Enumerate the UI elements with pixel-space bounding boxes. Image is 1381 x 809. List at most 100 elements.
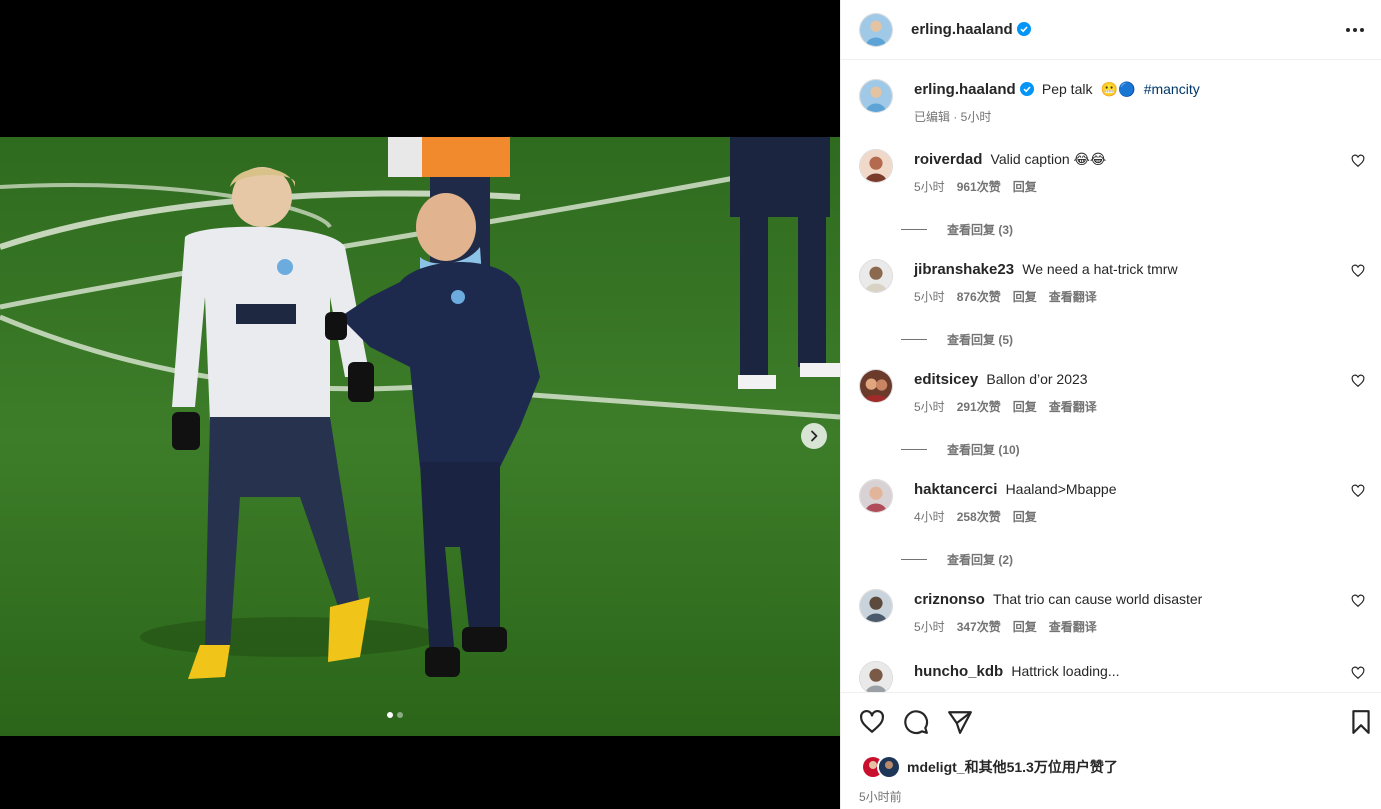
comment-likes[interactable]: 291次赞 <box>957 398 1001 415</box>
heart-icon[interactable] <box>1351 374 1365 388</box>
comment-item: roiverdad Valid caption 😂😂 5小时 961次赞 回复 … <box>859 149 1365 249</box>
comment-username[interactable]: jibranshake23 <box>914 261 1014 278</box>
comment-username[interactable]: huncho_kdb <box>914 663 1003 680</box>
comments-scroll[interactable]: erling.haaland Pep talk 😬🔵 #mancity 已编辑 … <box>841 60 1381 692</box>
comment-reply-button[interactable]: 回复 <box>1013 508 1037 525</box>
comment-body: criznonso That trio can cause world disa… <box>914 589 1335 635</box>
comment-item: huncho_kdb Hattrick loading... <box>859 661 1365 692</box>
comment-translate-button[interactable]: 查看翻译 <box>1049 398 1097 415</box>
comment-icon[interactable] <box>903 709 929 735</box>
comment-line: haktancerci Haaland>Mbappe <box>914 479 1335 500</box>
heart-icon[interactable] <box>1351 154 1365 168</box>
commenter-avatar[interactable] <box>859 589 893 623</box>
post-time-ago: 5小时前 <box>859 790 902 804</box>
caption-text: Pep talk <box>1041 81 1093 97</box>
carousel-next-button[interactable] <box>801 423 827 449</box>
carousel-indicator <box>387 712 403 718</box>
caption-line: erling.haaland Pep talk 😬🔵 #mancity <box>914 79 1365 100</box>
comment-line: jibranshake23 We need a hat-trick tmrw <box>914 259 1335 280</box>
more-options-icon <box>1346 28 1364 32</box>
comment-meta: 5小时 347次赞 回复 查看翻译 <box>914 618 1335 635</box>
replies-divider <box>901 559 927 560</box>
caption-hashtag[interactable]: #mancity <box>1144 81 1200 97</box>
comment-username[interactable]: haktancerci <box>914 481 997 498</box>
view-replies-label: 查看回复 (5) <box>947 333 1014 347</box>
comment-text: That trio can cause world disaster <box>993 591 1203 607</box>
comment-text: Ballon d’or 2023 <box>986 371 1088 387</box>
comment-time: 5小时 <box>914 620 945 634</box>
comment-likes[interactable]: 258次赞 <box>957 508 1001 525</box>
comment-time: 5小时 <box>914 400 945 414</box>
author-avatar[interactable] <box>859 79 893 113</box>
post-media <box>0 0 840 809</box>
view-replies-label: 查看回复 (10) <box>947 443 1020 457</box>
commenter-avatar[interactable] <box>859 369 893 403</box>
comment-translate-button[interactable]: 查看翻译 <box>1049 288 1097 305</box>
caption-edited-time: 已编辑 · 5小时 <box>914 110 992 124</box>
comment-meta: 5小时 876次赞 回复 查看翻译 <box>914 288 1335 305</box>
comment-username[interactable]: editsicey <box>914 371 978 388</box>
comment-time: 4小时 <box>914 510 945 524</box>
heart-icon[interactable] <box>1351 264 1365 278</box>
comment-time: 5小时 <box>914 180 945 194</box>
author-name-wrap: erling.haaland <box>911 21 1031 39</box>
carousel-dot <box>397 712 403 718</box>
comment-likes[interactable]: 961次赞 <box>957 178 1001 195</box>
verified-badge-icon <box>1019 82 1034 96</box>
comment-item: editsicey Ballon d’or 2023 5小时 291次赞 回复 … <box>859 369 1365 469</box>
comment-reply-button[interactable]: 回复 <box>1013 288 1037 305</box>
comment-body: huncho_kdb Hattrick loading... <box>914 661 1335 682</box>
comment-text: Valid caption 😂😂 <box>990 151 1107 167</box>
comment-line: criznonso That trio can cause world disa… <box>914 589 1335 610</box>
author-username[interactable]: erling.haaland <box>911 21 1013 38</box>
comment-item: jibranshake23 We need a hat-trick tmrw 5… <box>859 259 1365 359</box>
view-replies-button[interactable]: 查看回复 (3) <box>901 221 1013 238</box>
comment-username[interactable]: criznonso <box>914 591 985 608</box>
view-replies-label: 查看回复 (2) <box>947 553 1014 567</box>
comment-text: We need a hat-trick tmrw <box>1022 261 1178 277</box>
comment-reply-button[interactable]: 回复 <box>1013 618 1037 635</box>
comment-body: jibranshake23 We need a hat-trick tmrw 5… <box>914 259 1335 305</box>
comment-meta: 4小时 258次赞 回复 <box>914 508 1335 525</box>
commenter-avatar[interactable] <box>859 661 893 692</box>
chevron-right-icon <box>811 430 818 442</box>
comment-meta: 5小时 291次赞 回复 查看翻译 <box>914 398 1335 415</box>
heart-icon[interactable] <box>859 709 885 735</box>
heart-icon[interactable] <box>1351 666 1365 680</box>
comment-line: huncho_kdb Hattrick loading... <box>914 661 1335 682</box>
comment-line: editsicey Ballon d’or 2023 <box>914 369 1335 390</box>
likes-text[interactable]: mdeligt_和其他51.3万位用户赞了 <box>907 757 1118 777</box>
comment-text: Hattrick loading... <box>1011 663 1120 679</box>
caption-username[interactable]: erling.haaland <box>914 81 1016 98</box>
comment-body: haktancerci Haaland>Mbappe 4小时 258次赞 回复 <box>914 479 1335 525</box>
heart-icon[interactable] <box>1351 594 1365 608</box>
comment-likes[interactable]: 347次赞 <box>957 618 1001 635</box>
caption-emoji: 😬🔵 <box>1100 81 1136 97</box>
bookmark-icon[interactable] <box>1348 709 1374 735</box>
commenter-avatar[interactable] <box>859 149 893 183</box>
comment-line: roiverdad Valid caption 😂😂 <box>914 149 1335 170</box>
liker-avatar <box>877 755 901 779</box>
comment-time: 5小时 <box>914 290 945 304</box>
commenter-avatar[interactable] <box>859 259 893 293</box>
comment-translate-button[interactable]: 查看翻译 <box>1049 618 1097 635</box>
heart-icon[interactable] <box>1351 484 1365 498</box>
post-photo <box>0 137 840 736</box>
comment-likes[interactable]: 876次赞 <box>957 288 1001 305</box>
comment-reply-button[interactable]: 回复 <box>1013 398 1037 415</box>
comment-username[interactable]: roiverdad <box>914 151 982 168</box>
likes-summary[interactable]: mdeligt_和其他51.3万位用户赞了 <box>861 755 1118 779</box>
replies-divider <box>901 339 927 340</box>
view-replies-button[interactable]: 查看回复 (10) <box>901 441 1020 458</box>
send-icon[interactable] <box>947 709 973 735</box>
author-avatar[interactable] <box>859 12 893 47</box>
comment-reply-button[interactable]: 回复 <box>1013 178 1037 195</box>
replies-divider <box>901 229 927 230</box>
more-options-button[interactable] <box>1341 16 1369 44</box>
post-actions: mdeligt_和其他51.3万位用户赞了 5小时前 <box>841 692 1381 809</box>
view-replies-button[interactable]: 查看回复 (2) <box>901 551 1013 568</box>
comment-meta: 5小时 961次赞 回复 <box>914 178 1335 195</box>
post-header: erling.haaland <box>841 0 1381 60</box>
view-replies-button[interactable]: 查看回复 (5) <box>901 331 1013 348</box>
commenter-avatar[interactable] <box>859 479 893 513</box>
